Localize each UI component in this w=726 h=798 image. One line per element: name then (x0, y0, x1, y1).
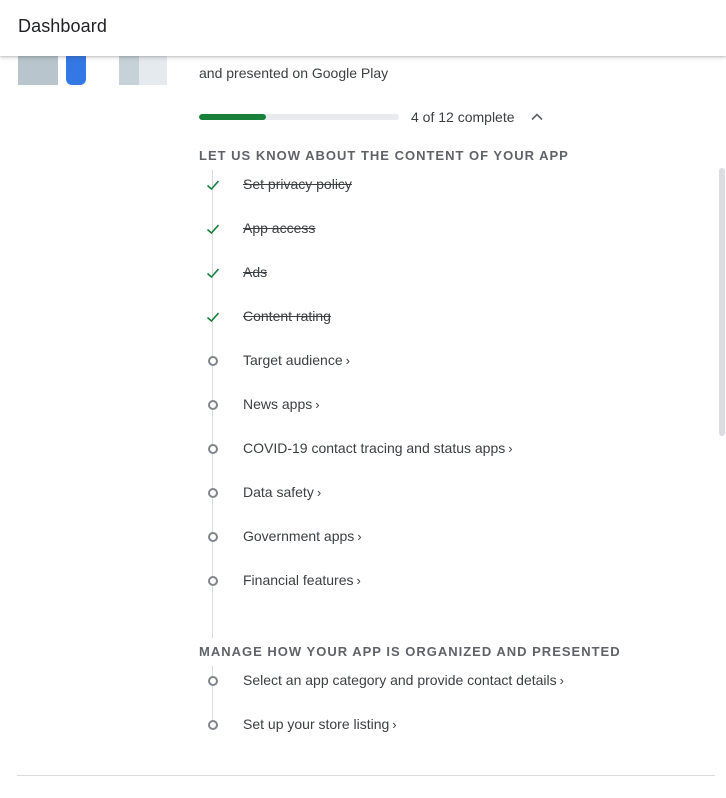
circle-outline-icon (208, 356, 218, 366)
task-label-text: News apps (243, 396, 313, 412)
section-description: and presented on Google Play (199, 65, 389, 81)
circle-outline-icon (208, 444, 218, 454)
task-item-target-audience[interactable]: Target audience › (0, 350, 700, 372)
task-label[interactable]: Data safety › (243, 484, 321, 500)
section-title-content: LET US KNOW ABOUT THE CONTENT OF YOUR AP… (199, 148, 569, 163)
chevron-right-icon: › (559, 673, 564, 688)
task-label-text: Government apps (243, 528, 355, 544)
task-item-news-apps[interactable]: News apps › (0, 394, 700, 416)
chevron-right-icon: › (508, 441, 513, 456)
circle-outline-icon (208, 400, 218, 410)
task-item-financial-features[interactable]: Financial features › (0, 570, 700, 592)
task-label-text: Set privacy policy (243, 176, 352, 192)
task-item-ads: Ads (0, 262, 700, 284)
chevron-right-icon: › (356, 573, 361, 588)
circle-outline-icon (208, 720, 218, 730)
task-label-text: Data safety (243, 484, 314, 500)
chevron-right-icon: › (345, 353, 350, 368)
task-label[interactable]: Select an app category and provide conta… (243, 672, 564, 688)
task-label-text: Set up your store listing (243, 716, 390, 732)
divider (17, 775, 715, 776)
task-label: Content rating (243, 308, 331, 324)
task-label-text: App access (243, 220, 316, 236)
progress-bar-fill (199, 114, 266, 120)
check-icon (206, 312, 220, 323)
task-item-government-apps[interactable]: Government apps › (0, 526, 700, 548)
task-label[interactable]: Target audience › (243, 352, 350, 368)
circle-outline-icon (208, 532, 218, 542)
task-label[interactable]: Government apps › (243, 528, 362, 544)
task-label-text: Financial features (243, 572, 354, 588)
task-label: App access (243, 220, 315, 236)
task-label-text: Target audience (243, 352, 343, 368)
task-item-set-up-your-store-listing[interactable]: Set up your store listing › (0, 714, 700, 736)
task-item-content-rating: Content rating (0, 306, 700, 328)
page-title: Dashboard (18, 16, 107, 36)
section-title-organize: MANAGE HOW YOUR APP IS ORGANIZED AND PRE… (199, 644, 621, 659)
task-item-data-safety[interactable]: Data safety › (0, 482, 700, 504)
task-label-text: Ads (243, 264, 268, 280)
task-item-select-an-app-category-and-provide-contact-details[interactable]: Select an app category and provide conta… (0, 670, 700, 692)
task-item-covid-19-contact-tracing-and-status-apps[interactable]: COVID-19 contact tracing and status apps… (0, 438, 700, 460)
task-label[interactable]: Set up your store listing › (243, 716, 397, 732)
progress-label: 4 of 12 complete (411, 109, 515, 125)
chevron-right-icon: › (357, 529, 362, 544)
task-label-text: Content rating (243, 308, 331, 324)
check-icon (206, 224, 220, 235)
chevron-up-icon[interactable] (529, 109, 545, 125)
scrollbar-thumb[interactable] (719, 168, 725, 436)
task-label[interactable]: Financial features › (243, 572, 361, 588)
task-label[interactable]: News apps › (243, 396, 320, 412)
task-label[interactable]: COVID-19 contact tracing and status apps… (243, 440, 513, 456)
chevron-right-icon: › (316, 485, 322, 500)
circle-outline-icon (208, 676, 218, 686)
task-item-set-privacy-policy: Set privacy policy (0, 174, 700, 196)
circle-outline-icon (208, 576, 218, 586)
chevron-right-icon: › (392, 717, 397, 732)
app-illustration (18, 56, 168, 85)
top-app-bar: Dashboard (0, 0, 726, 56)
task-label-text: Select an app category and provide conta… (243, 672, 557, 688)
circle-outline-icon (208, 488, 218, 498)
progress-bar (199, 114, 399, 120)
check-icon (206, 268, 220, 279)
task-label: Ads (243, 264, 267, 280)
chevron-right-icon: › (315, 397, 320, 412)
task-label: Set privacy policy (243, 176, 352, 192)
task-item-app-access: App access (0, 218, 700, 240)
check-icon (206, 180, 220, 191)
task-label-text: COVID-19 contact tracing and status apps (243, 440, 506, 456)
